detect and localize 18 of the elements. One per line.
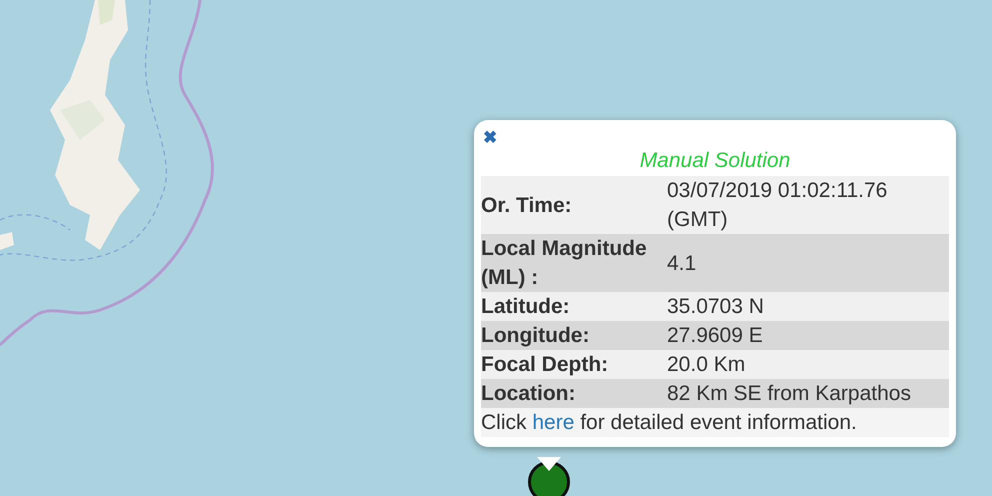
field-label: Latitude:	[481, 294, 571, 320]
marker-icon[interactable]	[527, 460, 571, 496]
field-label: Longitude:	[481, 323, 590, 349]
field-label: Local Magnitude (ML) :	[481, 236, 648, 291]
popup-pointer	[537, 457, 561, 471]
field-value: 4.1	[667, 250, 698, 276]
field-value: 27.9609 E	[667, 323, 764, 349]
popup-title: Manual Solution	[638, 149, 792, 173]
field-value: 82 Km SE from Karpathos	[667, 381, 912, 407]
info-text: Click here for detailed event information.	[481, 408, 949, 437]
detail-link[interactable]: here	[532, 411, 574, 434]
field-label: Focal Depth:	[481, 352, 610, 378]
field-value: 03/07/2019 01:02:11.76 (GMT)	[667, 178, 888, 233]
field-label: Location:	[481, 381, 576, 407]
field-label: Or. Time:	[481, 192, 573, 218]
close-button[interactable]: ✖	[481, 128, 499, 148]
field-value: 35.0703 N	[667, 294, 765, 320]
field-value: 20.0 Km	[667, 352, 746, 378]
